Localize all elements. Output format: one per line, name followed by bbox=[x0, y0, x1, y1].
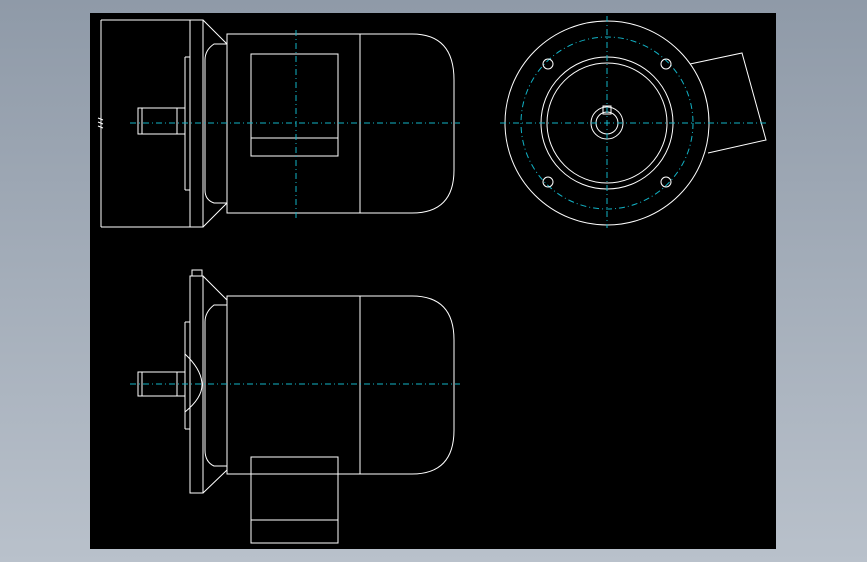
terminal-box bbox=[250, 53, 339, 157]
spigot bbox=[204, 304, 227, 467]
cad-drawing-canvas[interactable] bbox=[90, 13, 776, 549]
side-view-bottom bbox=[130, 269, 460, 544]
motor-drawing bbox=[97, 16, 768, 544]
front-view bbox=[500, 16, 768, 228]
terminal-box bbox=[250, 456, 339, 544]
flange-top-tab bbox=[191, 269, 203, 276]
dimension-mark bbox=[97, 117, 104, 129]
motor-body bbox=[226, 295, 455, 475]
shaft bbox=[137, 107, 185, 135]
side-view-top bbox=[97, 19, 460, 228]
shaft-boss bbox=[184, 353, 203, 413]
terminal-box-front bbox=[689, 52, 767, 154]
